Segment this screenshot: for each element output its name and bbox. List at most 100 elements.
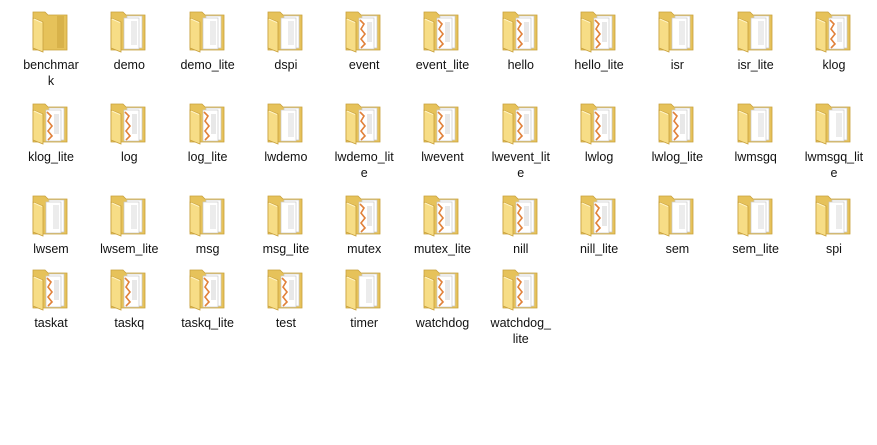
folder-item-watchdog-lite[interactable]: watchdog_ lite [482,264,560,348]
folder-item-klog[interactable]: klog [795,6,873,94]
folder-item-event[interactable]: event [325,6,403,94]
folder-item-watchdog[interactable]: watchdog [403,264,481,348]
folder-label: sem_lite [732,242,779,256]
folder-label: isr_lite [737,58,774,72]
folder-label: mutex [347,242,382,256]
folder-orange-doc-icon [658,103,694,145]
folder-icon [184,264,232,312]
folder-label: watchdog_ lite [490,316,552,346]
folder-orange-doc-icon [110,269,146,311]
folder-icon [418,190,466,238]
folder-item-log[interactable]: log [90,98,168,186]
folder-doc-icon [110,195,146,237]
folder-icon [418,98,466,146]
folder-label: demo [113,58,145,72]
folder-item-dspi[interactable]: dspi [247,6,325,94]
folder-label: msg_lite [262,242,310,256]
folder-label: isr [670,58,684,72]
folder-item-msg[interactable]: msg [169,190,247,260]
folder-item-lwlog[interactable]: lwlog [560,98,638,186]
folder-item-mutex-lite[interactable]: mutex_lite [403,190,481,260]
folder-item-lwlog-lite[interactable]: lwlog_lite [638,98,716,186]
folder-item-nill[interactable]: nill [482,190,560,260]
folder-orange-doc-icon [345,11,381,53]
folder-doc-icon [815,195,851,237]
folder-label: taskq [114,316,145,330]
folder-item-demo[interactable]: demo [90,6,168,94]
folder-item-taskq-lite[interactable]: taskq_lite [169,264,247,348]
folder-label: log_lite [187,150,228,164]
folder-item-lwdemo[interactable]: lwdemo [247,98,325,186]
folder-doc-icon [737,11,773,53]
folder-item-klog-lite[interactable]: klog_lite [12,98,90,186]
folder-icon [653,190,701,238]
folder-item-lwsem-lite[interactable]: lwsem_lite [90,190,168,260]
folder-icon [497,190,545,238]
folder-icon [575,98,623,146]
folder-item-mutex[interactable]: mutex [325,190,403,260]
folder-orange-doc-icon [580,103,616,145]
folder-label: event [348,58,380,72]
folder-doc-icon [737,195,773,237]
folder-label: lwdemo_lit e [334,150,394,180]
folder-item-isr[interactable]: isr [638,6,716,94]
folder-orange-doc-icon [110,103,146,145]
folder-item-hello[interactable]: hello [482,6,560,94]
folder-icon [497,264,545,312]
folder-icon [105,190,153,238]
folder-icon [575,6,623,54]
folder-item-event-lite[interactable]: event_lite [403,6,481,94]
folder-item-msg-lite[interactable]: msg_lite [247,190,325,260]
folder-label: benchmar k [23,58,79,88]
folder-item-lwmsgq[interactable]: lwmsgq [717,98,795,186]
folder-label: lwmsgq_lit e [804,150,864,180]
folder-orange-doc-icon [580,11,616,53]
folder-item-lwevent[interactable]: lwevent [403,98,481,186]
folder-icon [262,6,310,54]
folder-orange-doc-icon [424,11,459,53]
folder-item-lwmsgq-lite[interactable]: lwmsgq_lit e [795,98,873,186]
folder-icon [497,98,545,146]
folder-item-nill-lite[interactable]: nill_lite [560,190,638,260]
folder-item-test[interactable]: test [247,264,325,348]
file-explorer-view[interactable]: benchmar k demo demo_lite dspi event event_lit… [0,0,877,445]
folder-label: lwevent_lit e [491,150,550,180]
folder-item-benchmark[interactable]: benchmar k [12,6,90,94]
folder-icon [653,6,701,54]
folder-doc-icon [189,11,224,53]
folder-item-lwdemo-lite[interactable]: lwdemo_lit e [325,98,403,186]
folder-doc-icon [189,195,224,237]
folder-item-sem[interactable]: sem [638,190,716,260]
folder-icon [418,264,466,312]
folder-label: taskat [34,316,68,330]
folder-label: event_lite [415,58,470,72]
folder-label: nill [513,242,529,256]
folder-item-hello-lite[interactable]: hello_lite [560,6,638,94]
folder-icon [105,264,153,312]
folder-doc-icon [267,195,303,237]
folder-label: sem [665,242,690,256]
folder-item-log-lite[interactable]: log_lite [169,98,247,186]
folder-item-demo-lite[interactable]: demo_lite [169,6,247,94]
folder-doc-icon [267,11,303,53]
folder-item-isr-lite[interactable]: isr_lite [717,6,795,94]
folder-icon [184,98,232,146]
folder-label: klog_lite [28,150,74,164]
folder-grid: benchmar k demo demo_lite dspi event event_lit… [12,6,873,352]
folder-label: hello [507,58,534,72]
folder-item-timer[interactable]: timer [325,264,403,348]
folder-label: lwsem_lite [100,242,159,256]
folder-item-lwevent-lite[interactable]: lwevent_lit e [482,98,560,186]
folder-label: taskq_lite [181,316,234,330]
folder-orange-doc-icon [815,11,851,53]
folder-item-spi[interactable]: spi [795,190,873,260]
folder-item-sem-lite[interactable]: sem_lite [717,190,795,260]
folder-item-taskat[interactable]: taskat [12,264,90,348]
folder-label: klog [822,58,846,72]
folder-item-lwsem[interactable]: lwsem [12,190,90,260]
folder-item-taskq[interactable]: taskq [90,264,168,348]
folder-doc-icon [110,11,146,53]
folder-orange-doc-icon [424,103,459,145]
folder-icon [262,98,310,146]
folder-icon [810,190,858,238]
